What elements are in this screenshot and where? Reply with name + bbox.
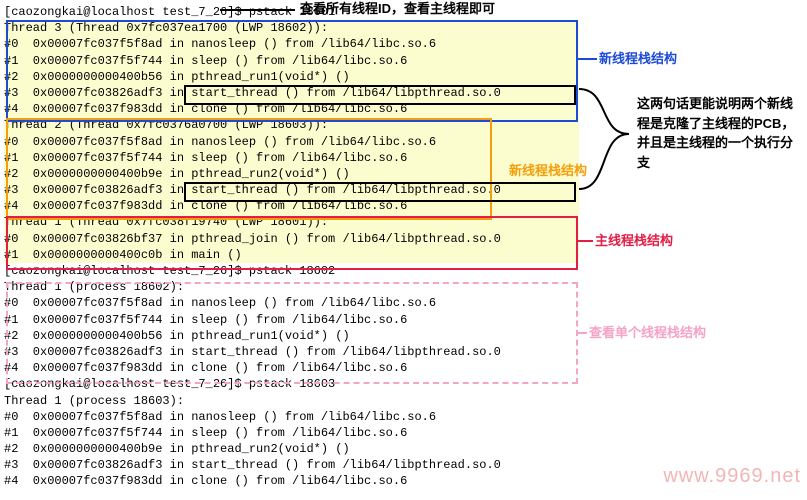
terminal-line: #3 0x00007fc03826adf3 in start_thread ()…	[4, 182, 579, 198]
terminal-line: Thread 3 (Thread 0x7fc037ea1700 (LWP 186…	[4, 20, 579, 36]
brace-icon	[579, 84, 634, 194]
terminal-line: #0 0x00007fc037f5f8ad in nanosleep () fr…	[4, 36, 579, 52]
terminal-line: #1 0x0000000000400c0b in main ()	[4, 247, 579, 263]
terminal-output: [caozongkai@localhost test_7_26]$ pstack…	[4, 4, 579, 490]
terminal-line: Thread 1 (process 18602):	[4, 279, 579, 295]
leader-line-red	[577, 240, 593, 242]
terminal-line: #4 0x00007fc037f983dd in clone () from /…	[4, 101, 579, 117]
terminal-line: [caozongkai@localhost test_7_26]$ pstack…	[4, 263, 579, 279]
terminal-line: #2 0x0000000000400b56 in pthread_run1(vo…	[4, 328, 579, 344]
terminal-line: #2 0x0000000000400b9e in pthread_run2(vo…	[4, 441, 579, 457]
terminal-line: #0 0x00007fc037f5f8ad in nanosleep () fr…	[4, 134, 579, 150]
watermark: www.9969.net	[663, 463, 801, 490]
terminal-line: #0 0x00007fc037f5f8ad in nanosleep () fr…	[4, 295, 579, 311]
terminal-line: #1 0x00007fc037f5f744 in sleep () from /…	[4, 150, 579, 166]
terminal-line: Thread 1 (Thread 0x7fc038f19740 (LWP 186…	[4, 214, 579, 230]
terminal-line: Thread 1 (process 18603):	[4, 393, 579, 409]
terminal-line: #0 0x00007fc037f5f8ad in nanosleep () fr…	[4, 409, 579, 425]
terminal-line: #4 0x00007fc037f983dd in clone () from /…	[4, 198, 579, 214]
terminal-line: #1 0x00007fc037f5f744 in sleep () from /…	[4, 312, 579, 328]
terminal-line: #1 0x00007fc037f5f744 in sleep () from /…	[4, 53, 579, 69]
annotation-black: 这两句话更能说明两个新线程是克隆了主线程的PCB，并且是主线程的一个执行分支	[637, 94, 797, 172]
annotation-pink: 查看单个线程栈结构	[589, 324, 706, 342]
terminal-line: #3 0x00007fc03826adf3 in start_thread ()…	[4, 85, 579, 101]
terminal-line: #4 0x00007fc037f983dd in clone () from /…	[4, 360, 579, 376]
terminal-line: #0 0x00007fc03826bf37 in pthread_join ()…	[4, 231, 579, 247]
terminal-line: #1 0x00007fc037f5f744 in sleep () from /…	[4, 425, 579, 441]
annotation-orange: 新线程栈结构	[509, 162, 587, 180]
leader-line-blue	[577, 58, 597, 60]
annotation-blue: 新线程栈结构	[599, 50, 677, 68]
terminal-line: [caozongkai@localhost test_7_26]$ pstack…	[4, 4, 579, 20]
terminal-line: #4 0x00007fc037f983dd in clone () from /…	[4, 473, 579, 489]
annotation-red: 主线程栈结构	[595, 232, 673, 250]
terminal-line: #3 0x00007fc03826adf3 in start_thread ()…	[4, 344, 579, 360]
terminal-line: #2 0x0000000000400b9e in pthread_run2(vo…	[4, 166, 579, 182]
terminal-line: #3 0x00007fc03826adf3 in start_thread ()…	[4, 457, 579, 473]
terminal-line: #2 0x0000000000400b56 in pthread_run1(vo…	[4, 69, 579, 85]
leader-line-pink	[577, 332, 587, 334]
terminal-line: Thread 2 (Thread 0x7fc0376a0700 (LWP 186…	[4, 117, 579, 133]
terminal-line: [caozongkai@localhost test_7_26]$ pstack…	[4, 376, 579, 392]
